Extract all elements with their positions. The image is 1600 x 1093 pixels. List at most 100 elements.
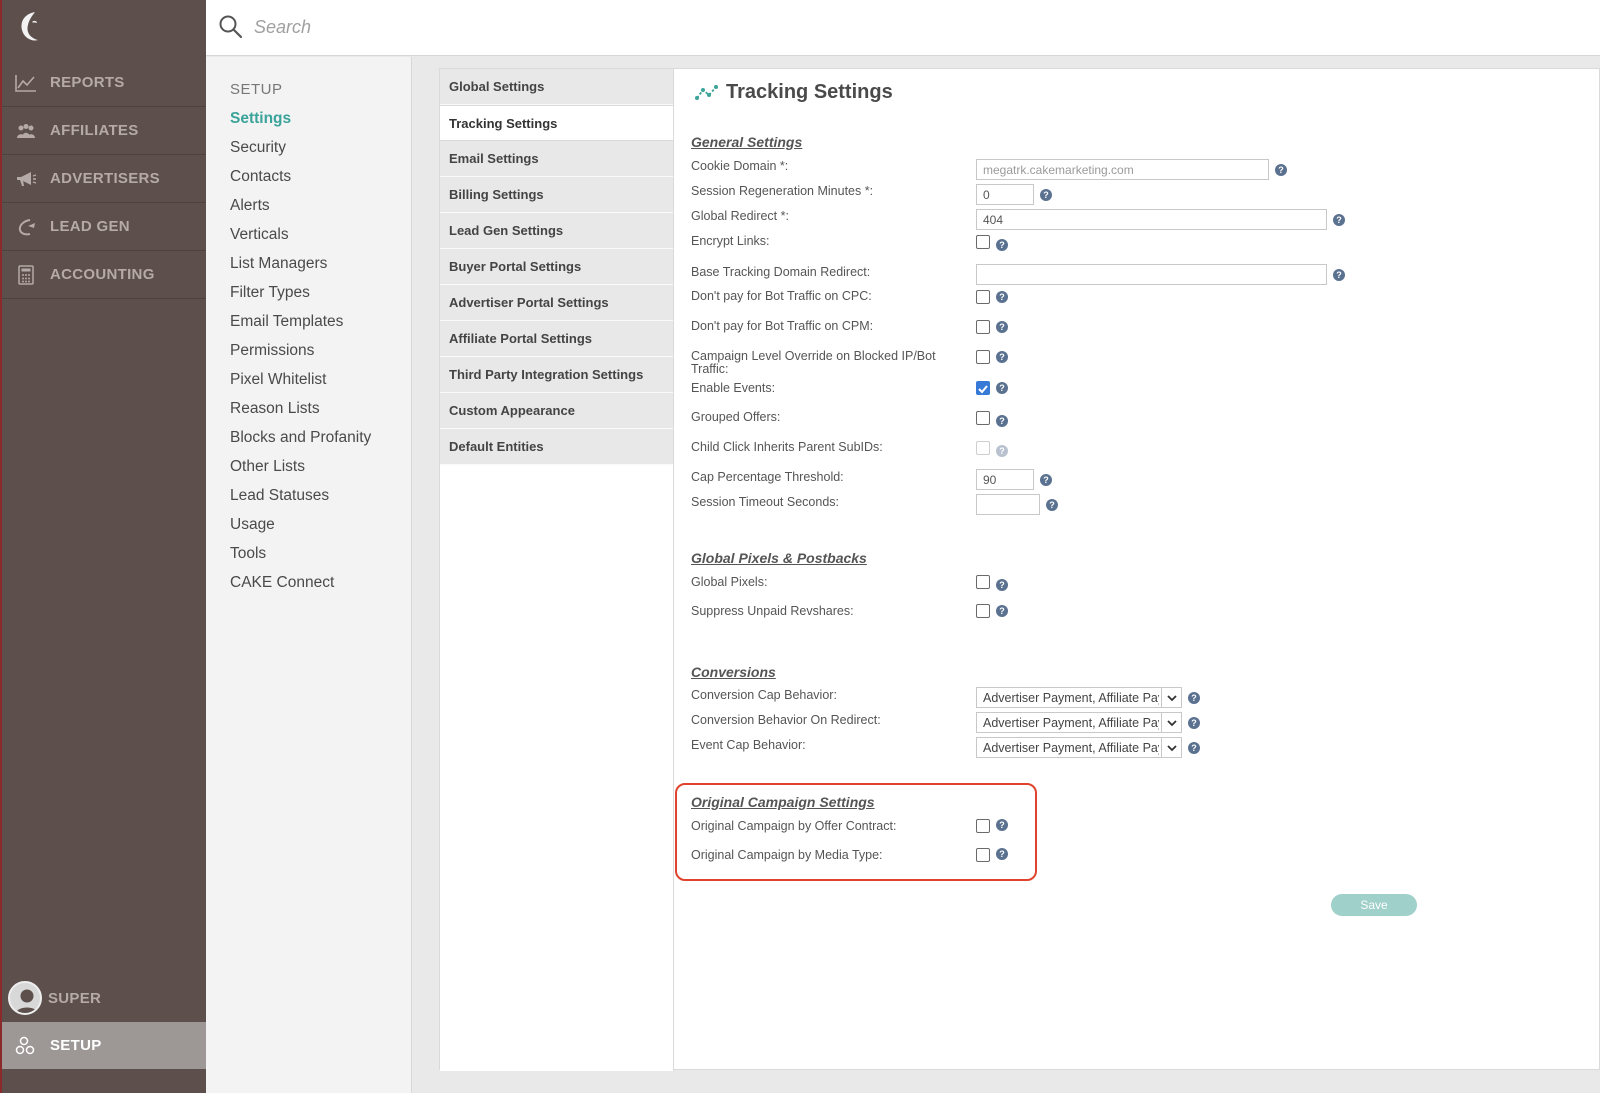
submenu-title: SETUP — [230, 81, 283, 98]
tab-tracking-settings[interactable]: Tracking Settings — [440, 105, 673, 141]
conversion-behavior-redirect-select[interactable]: Advertiser Payment, Affiliate Payment — [976, 712, 1182, 733]
help-icon[interactable]: ? — [1188, 742, 1200, 754]
help-icon[interactable]: ? — [1046, 499, 1058, 511]
nav-item-label: AFFILIATES — [50, 122, 139, 139]
tab-advertiser-portal-settings[interactable]: Advertiser Portal Settings — [440, 285, 673, 321]
label-cap-percentage-threshold: Cap Percentage Threshold: — [691, 470, 844, 484]
base-tracking-domain-input[interactable] — [976, 264, 1327, 285]
help-icon[interactable]: ? — [996, 351, 1008, 363]
label-original-campaign-offer-contract: Original Campaign by Offer Contract: — [691, 819, 897, 833]
tab-lead-gen-settings[interactable]: Lead Gen Settings — [440, 213, 673, 249]
help-icon[interactable]: ? — [996, 848, 1008, 860]
tab-global-settings[interactable]: Global Settings — [440, 69, 673, 105]
nav-item-label: ADVERTISERS — [50, 170, 160, 187]
nav-item-advertisers[interactable]: ADVERTISERS — [2, 155, 206, 203]
help-icon[interactable]: ? — [996, 819, 1008, 831]
help-icon[interactable]: ? — [1040, 189, 1052, 201]
label-encrypt-links: Encrypt Links: — [691, 234, 770, 248]
label-conversion-cap-behavior: Conversion Cap Behavior: — [691, 688, 837, 702]
submenu-item-lead-statuses[interactable]: Lead Statuses — [230, 487, 329, 505]
submenu-item-settings[interactable]: Settings — [230, 110, 291, 128]
submenu-item-reason-lists[interactable]: Reason Lists — [230, 400, 320, 418]
enable-events-checkbox[interactable] — [976, 381, 990, 395]
bot-traffic-cpc-checkbox[interactable] — [976, 290, 990, 304]
child-click-inherits-checkbox[interactable] — [976, 441, 990, 455]
search-icon[interactable] — [218, 14, 244, 40]
cake-logo-icon[interactable] — [16, 8, 42, 48]
cap-percentage-threshold-input[interactable] — [976, 469, 1034, 490]
encrypt-links-checkbox[interactable] — [976, 235, 990, 249]
top-search-bar — [206, 0, 1600, 56]
submenu-item-other-lists[interactable]: Other Lists — [230, 458, 305, 476]
tab-third-party-integration-settings[interactable]: Third Party Integration Settings — [440, 357, 673, 393]
campaign-level-override-checkbox[interactable] — [976, 350, 990, 364]
help-icon[interactable]: ? — [1333, 214, 1345, 226]
conversion-cap-behavior-select[interactable]: Advertiser Payment, Affiliate Payment — [976, 687, 1182, 708]
nav-item-lead-gen[interactable]: LEAD GEN — [2, 203, 206, 251]
nav-item-reports[interactable]: REPORTS — [2, 59, 206, 107]
tab-custom-appearance[interactable]: Custom Appearance — [440, 393, 673, 429]
help-icon[interactable]: ? — [996, 415, 1008, 427]
submenu-item-filter-types[interactable]: Filter Types — [230, 284, 310, 302]
chevron-down-icon[interactable] — [1161, 738, 1181, 757]
bot-traffic-cpm-checkbox[interactable] — [976, 320, 990, 334]
submenu-item-pixel-whitelist[interactable]: Pixel Whitelist — [230, 371, 326, 389]
help-icon[interactable]: ? — [996, 321, 1008, 333]
suppress-unpaid-revshares-checkbox[interactable] — [976, 604, 990, 618]
event-cap-behavior-select[interactable]: Advertiser Payment, Affiliate Payment — [976, 737, 1182, 758]
submenu-item-security[interactable]: Security — [230, 139, 286, 157]
help-icon[interactable]: ? — [1188, 692, 1200, 704]
global-redirect-input[interactable] — [976, 209, 1327, 230]
nav-item-affiliates[interactable]: AFFILIATES — [2, 107, 206, 155]
submenu-item-blocks-profanity[interactable]: Blocks and Profanity — [230, 429, 371, 447]
submenu-item-alerts[interactable]: Alerts — [230, 197, 270, 215]
cookie-domain-input[interactable] — [976, 159, 1269, 180]
calculator-icon — [14, 264, 38, 285]
help-icon[interactable]: ? — [996, 445, 1008, 457]
label-global-pixels: Global Pixels: — [691, 575, 768, 589]
submenu-item-permissions[interactable]: Permissions — [230, 342, 314, 360]
nav-item-label: ACCOUNTING — [50, 266, 155, 283]
original-campaign-offer-contract-checkbox[interactable] — [976, 819, 990, 833]
save-button[interactable]: Save — [1331, 894, 1417, 916]
original-campaign-media-type-checkbox[interactable] — [976, 848, 990, 862]
global-pixels-checkbox[interactable] — [976, 575, 990, 589]
help-icon[interactable]: ? — [1275, 164, 1287, 176]
help-icon[interactable]: ? — [996, 291, 1008, 303]
help-icon[interactable]: ? — [996, 239, 1008, 251]
session-regeneration-input[interactable] — [976, 184, 1034, 205]
page-title-text: Tracking Settings — [726, 81, 893, 103]
nav-setup-label: SETUP — [50, 1037, 102, 1054]
nav-item-setup[interactable]: SETUP — [2, 1022, 206, 1069]
search-input[interactable] — [254, 12, 854, 42]
label-bot-traffic-cpm: Don't pay for Bot Traffic on CPM: — [691, 319, 874, 333]
help-icon[interactable]: ? — [996, 382, 1008, 394]
lead-gen-icon — [14, 217, 38, 237]
session-timeout-input[interactable] — [976, 494, 1040, 515]
section-title-conversions: Conversions — [691, 664, 776, 680]
submenu-item-usage[interactable]: Usage — [230, 516, 275, 534]
section-title-original-campaign: Original Campaign Settings — [691, 794, 875, 810]
tab-billing-settings[interactable]: Billing Settings — [440, 177, 673, 213]
help-icon[interactable]: ? — [996, 605, 1008, 617]
help-icon[interactable]: ? — [1333, 269, 1345, 281]
submenu-item-email-templates[interactable]: Email Templates — [230, 313, 343, 331]
chevron-down-icon[interactable] — [1161, 713, 1181, 732]
submenu-item-list-managers[interactable]: List Managers — [230, 255, 327, 273]
submenu-item-contacts[interactable]: Contacts — [230, 168, 291, 186]
help-icon[interactable]: ? — [1040, 474, 1052, 486]
submenu-item-tools[interactable]: Tools — [230, 545, 266, 563]
tab-email-settings[interactable]: Email Settings — [440, 141, 673, 177]
chevron-down-icon[interactable] — [1161, 688, 1181, 707]
nav-item-user[interactable]: SUPER — [2, 974, 206, 1022]
tab-buyer-portal-settings[interactable]: Buyer Portal Settings — [440, 249, 673, 285]
grouped-offers-checkbox[interactable] — [976, 411, 990, 425]
tab-default-entities[interactable]: Default Entities — [440, 429, 673, 465]
submenu-item-cake-connect[interactable]: CAKE Connect — [230, 574, 334, 592]
help-icon[interactable]: ? — [996, 579, 1008, 591]
nav-item-accounting[interactable]: ACCOUNTING — [2, 251, 206, 299]
submenu-item-verticals[interactable]: Verticals — [230, 226, 289, 244]
help-icon[interactable]: ? — [1188, 717, 1200, 729]
label-session-regeneration: Session Regeneration Minutes *: — [691, 184, 874, 198]
tab-affiliate-portal-settings[interactable]: Affiliate Portal Settings — [440, 321, 673, 357]
